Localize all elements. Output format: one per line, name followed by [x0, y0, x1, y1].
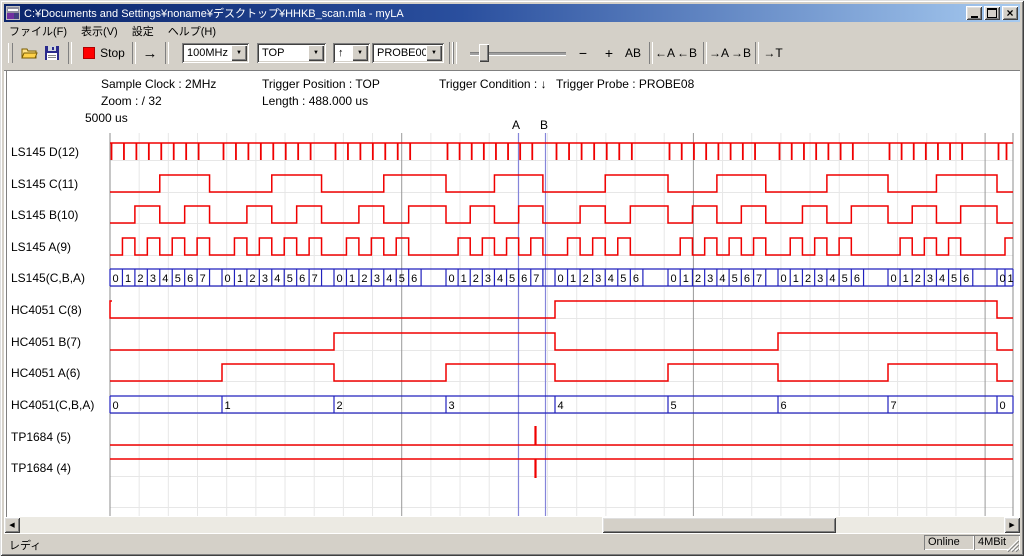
- trigger-probe-info: Trigger Probe : PROBE08: [556, 77, 694, 91]
- channel-label[interactable]: HC4051 A(6): [11, 366, 80, 380]
- resize-grip[interactable]: [1006, 539, 1019, 552]
- goto-cursor-a-left-button[interactable]: ←A: [654, 42, 676, 64]
- left-a-label: ←A: [655, 46, 675, 60]
- close-button[interactable]: ×: [1002, 6, 1018, 20]
- minimize-icon: [971, 16, 978, 18]
- toolbar-separator: [68, 42, 72, 64]
- minus-icon: −: [579, 45, 587, 61]
- right-a-label: →A: [709, 46, 729, 60]
- trigger-position-info: Trigger Position : TOP: [262, 77, 380, 91]
- channel-label[interactable]: TP1684 (5): [11, 430, 71, 444]
- dropdown-arrow-icon[interactable]: ▼: [352, 45, 368, 61]
- title-bar: C:¥Documents and Settings¥noname¥デスクトップ¥…: [4, 4, 1020, 22]
- zoom-in-button[interactable]: +: [600, 42, 618, 64]
- app-icon: [6, 6, 20, 20]
- menu-file[interactable]: ファイル(F): [4, 23, 76, 36]
- trigger-position-combo[interactable]: TOP ▼: [257, 43, 326, 63]
- channel-label[interactable]: TP1684 (4): [11, 461, 71, 475]
- toolbar-separator: [755, 42, 759, 64]
- scroll-right-button[interactable]: ▶: [1004, 517, 1020, 533]
- menu-help[interactable]: ヘルプ(H): [163, 23, 225, 36]
- toolbar: Stop → 100MHz ▼ TOP ▼ ↑ ▼ PROBE00 ▼ − + …: [4, 36, 1020, 71]
- menu-settings[interactable]: 設定: [127, 23, 163, 36]
- channel-label[interactable]: HC4051 B(7): [11, 335, 81, 349]
- menu-bar: ファイル(F) 表示(V) 設定 ヘルプ(H): [4, 23, 1020, 36]
- toolbar-separator: [453, 42, 457, 64]
- scroll-left-icon: ◀: [9, 521, 14, 529]
- minimize-button[interactable]: [966, 6, 982, 20]
- run-arrow-icon: →: [143, 45, 158, 62]
- dropdown-arrow-icon[interactable]: ▼: [308, 45, 324, 61]
- left-b-label: ←B: [677, 46, 697, 60]
- dropdown-arrow-icon[interactable]: ▼: [231, 45, 247, 61]
- stop-icon: [83, 47, 95, 59]
- channel-label[interactable]: LS145 D(12): [11, 145, 79, 159]
- toolbar-separator: [132, 42, 136, 64]
- right-b-label: →B: [731, 46, 751, 60]
- length-info: Length : 488.000 us: [262, 94, 368, 108]
- status-ready-text: レディ: [9, 537, 41, 553]
- sample-clock-value: 100MHz: [182, 47, 231, 59]
- cursor-b-label[interactable]: B: [540, 118, 548, 132]
- stop-button[interactable]: Stop: [78, 42, 130, 64]
- status-online-badge: Online: [924, 535, 974, 550]
- channel-label[interactable]: HC4051 C(8): [11, 303, 82, 317]
- goto-trigger-button[interactable]: →T: [762, 42, 784, 64]
- waveform-client-area: Sample Clock : 2MHz Trigger Position : T…: [4, 70, 1020, 517]
- open-file-button[interactable]: [18, 42, 40, 64]
- zoom-slider-thumb[interactable]: [479, 44, 489, 62]
- timebase-label: 5000 us: [85, 111, 128, 125]
- close-icon: ×: [1006, 7, 1013, 19]
- stop-label: Stop: [100, 46, 125, 60]
- goto-cursor-a-right-button[interactable]: →A: [708, 42, 730, 64]
- channel-label[interactable]: LS145 C(11): [11, 177, 78, 191]
- trigger-edge-combo[interactable]: ↑ ▼: [333, 43, 370, 63]
- trigger-position-value: TOP: [257, 47, 308, 59]
- left-groove: [6, 71, 10, 517]
- dropdown-arrow-icon[interactable]: ▼: [426, 45, 442, 61]
- status-bar: レディ Online 4MBit: [4, 533, 1020, 553]
- maximize-icon: [987, 8, 997, 18]
- open-folder-icon: [21, 46, 38, 60]
- plus-icon: +: [605, 45, 613, 61]
- toolbar-grip: [8, 43, 13, 63]
- save-button[interactable]: [41, 42, 63, 64]
- channel-label[interactable]: LS145 A(9): [11, 240, 71, 254]
- run-button[interactable]: →: [138, 42, 162, 64]
- goto-cursor-b-left-button[interactable]: ←B: [676, 42, 698, 64]
- trigger-edge-value: ↑: [333, 47, 352, 59]
- window-title: C:¥Documents and Settings¥noname¥デスクトップ¥…: [24, 5, 964, 21]
- app-window: C:¥Documents and Settings¥noname¥デスクトップ¥…: [0, 0, 1024, 556]
- toolbar-separator: [165, 42, 169, 64]
- channel-label[interactable]: HC4051(C,B,A): [11, 398, 94, 412]
- save-disk-icon: [45, 46, 59, 60]
- sample-clock-combo[interactable]: 100MHz ▼: [182, 43, 249, 63]
- zoom-info: Zoom : / 32: [101, 94, 162, 108]
- scroll-left-button[interactable]: ◀: [4, 517, 20, 533]
- toolbar-separator: [649, 42, 653, 64]
- maximize-button[interactable]: [984, 6, 1000, 20]
- trigger-condition-info: Trigger Condition : ↓: [439, 77, 547, 91]
- scroll-right-icon: ▶: [1009, 521, 1014, 529]
- scrollbar-thumb[interactable]: [602, 517, 836, 533]
- cursor-a-label[interactable]: A: [512, 118, 520, 132]
- channel-label[interactable]: LS145 B(10): [11, 208, 78, 222]
- sample-clock-info: Sample Clock : 2MHz: [101, 77, 216, 91]
- horizontal-scrollbar[interactable]: ◀ ▶: [4, 517, 1020, 533]
- right-t-label: →T: [763, 46, 782, 60]
- probe-combo[interactable]: PROBE00 ▼: [372, 43, 444, 63]
- ab-range-button[interactable]: AB: [621, 42, 645, 64]
- probe-value: PROBE00: [372, 47, 426, 59]
- ab-label: AB: [625, 46, 641, 60]
- toolbar-separator: [703, 42, 707, 64]
- zoom-out-button[interactable]: −: [574, 42, 592, 64]
- channel-label[interactable]: LS145(C,B,A): [11, 271, 85, 285]
- goto-cursor-b-right-button[interactable]: →B: [730, 42, 752, 64]
- menu-view[interactable]: 表示(V): [76, 23, 127, 36]
